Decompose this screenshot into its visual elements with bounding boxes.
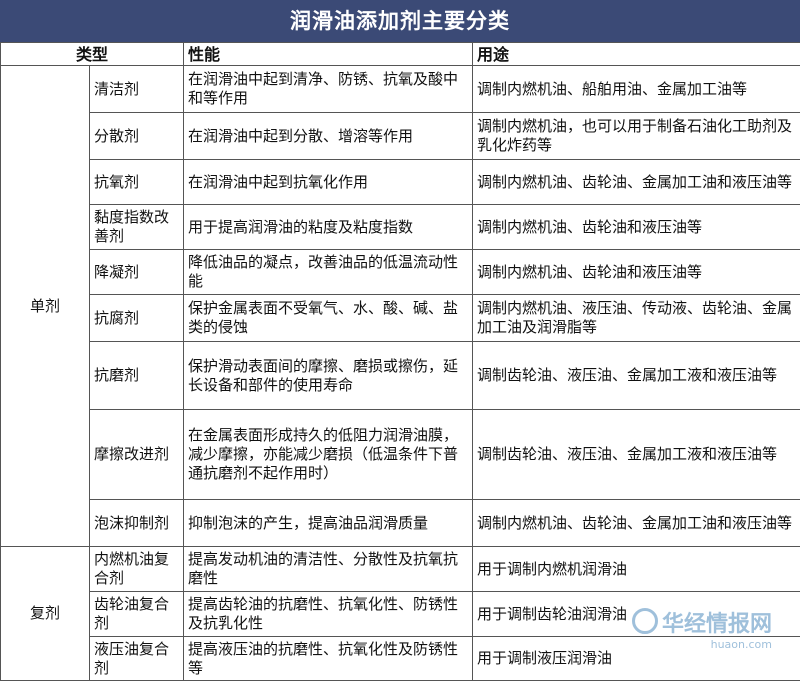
table-row: 摩擦改进剂 在金属表面形成持久的低阻力润滑油膜，减少摩擦，亦能减少磨损（低温条件下… [1, 409, 800, 500]
additive-name-cell: 抗腐剂 [88, 294, 185, 342]
table-row: 泡沫抑制剂 抑制泡沫的产生，提高油品润滑质量 调制内燃机油、齿轮油、金属加工油和液压… [1, 499, 800, 547]
table-row: 黏度指数改善剂 用于提高润滑油的粘度及粘度指数 调制内燃机油、齿轮油和液压油等 [1, 204, 800, 250]
usage-cell: 调制内燃机油、齿轮油、金属加工油和液压油等 [472, 159, 800, 205]
watermark: 华经情报网 huaon.com [631, 606, 772, 651]
additive-name-cell: 降凝剂 [88, 249, 185, 295]
usage-cell: 调制内燃机油、船舶用油、金属加工油等 [472, 65, 800, 113]
additive-name-cell: 泡沫抑制剂 [88, 499, 185, 547]
additive-name-cell: 分散剂 [88, 112, 185, 160]
category-cell: 复剂 [0, 546, 90, 681]
table-row: 单剂 清洁剂 在润滑油中起到清净、防锈、抗氧及酸中和等作用 调制内燃机油、船舶用油、金… [0, 65, 800, 547]
usage-cell: 调制内燃机油，也可以用于制备石油化工助剂及乳化炸药等 [472, 112, 800, 160]
header-type: 类型 [0, 42, 185, 66]
property-cell: 在润滑油中起到抗氧化作用 [183, 159, 474, 205]
property-cell: 在润滑油中起到分散、增溶等作用 [183, 112, 474, 160]
property-cell: 在润滑油中起到清净、防锈、抗氧及酸中和等作用 [183, 65, 474, 113]
additive-name-cell: 清洁剂 [88, 65, 185, 113]
huaon-logo-icon [631, 608, 658, 634]
table-row: 降凝剂 降低油品的凝点，改善油品的低温流动性能 调制内燃机油、齿轮油和液压油等 [1, 249, 800, 295]
usage-cell: 调制齿轮油、液压油、金属加工液和液压油等 [472, 341, 800, 410]
usage-cell: 调制齿轮油、液压油、金属加工液和液压油等 [472, 409, 800, 500]
property-cell: 提高发动机油的清洁性、分散性及抗氧抗磨性 [183, 546, 474, 592]
property-cell: 提高液压油的抗磨性、抗氧化性及防锈性等 [183, 636, 474, 681]
category-cell: 单剂 [0, 65, 90, 547]
table-row: 抗腐剂 保护金属表面不受氧气、水、酸、碱、盐类的侵蚀 调制内燃机油、液压油、传动液、… [1, 294, 800, 342]
table-row: 抗氧剂 在润滑油中起到抗氧化作用 调制内燃机油、齿轮油、金属加工油和液压油等 [1, 159, 800, 205]
header-property: 性能 [183, 42, 474, 66]
additive-name-cell: 内燃机油复合剂 [88, 546, 185, 592]
table-row: 抗磨剂 保护滑动表面间的摩擦、磨损或擦伤，延长设备和部件的使用寿命 调制齿轮油、液压… [1, 341, 800, 410]
property-cell: 保护金属表面不受氧气、水、酸、碱、盐类的侵蚀 [183, 294, 474, 342]
property-cell: 保护滑动表面间的摩擦、磨损或擦伤，延长设备和部件的使用寿命 [183, 341, 474, 410]
usage-cell: 调制内燃机油、齿轮油和液压油等 [472, 249, 800, 295]
additive-name-cell: 液压油复合剂 [88, 636, 185, 681]
watermark-url: huaon.com [710, 638, 772, 651]
page-title: 润滑油添加剂主要分类 [0, 0, 800, 42]
additive-name-cell: 抗磨剂 [88, 341, 185, 410]
property-cell: 提高齿轮油的抗磨性、抗氧化性、防锈性及抗乳化性 [183, 591, 474, 637]
additive-name-cell: 摩擦改进剂 [88, 409, 185, 500]
usage-cell: 用于调制内燃机润滑油 [472, 546, 800, 592]
header-row: 类型 性能 用途 [0, 42, 800, 66]
usage-cell: 调制内燃机油、齿轮油、金属加工油和液压油等 [472, 499, 800, 547]
watermark-brand: 华经情报网 [661, 612, 772, 637]
additive-name-cell: 抗氧剂 [88, 159, 185, 205]
additive-name-cell: 黏度指数改善剂 [88, 204, 185, 250]
table-row: 复剂 内燃机油复合剂 提高发动机油的清洁性、分散性及抗氧抗磨性 用于调制内燃机润滑油 [0, 546, 800, 681]
usage-cell: 调制内燃机油、液压油、传动液、齿轮油、金属加工油及润滑脂等 [472, 294, 800, 342]
property-cell: 用于提高润滑油的粘度及粘度指数 [183, 204, 474, 250]
additive-name-cell: 齿轮油复合剂 [88, 591, 185, 637]
usage-cell: 调制内燃机油、齿轮油和液压油等 [472, 204, 800, 250]
header-usage: 用途 [472, 42, 800, 66]
property-cell: 在金属表面形成持久的低阻力润滑油膜，减少摩擦，亦能减少磨损（低温条件下普通抗磨剂… [183, 409, 474, 500]
additive-table: 类型 性能 用途 单剂 清洁剂 在润滑油中起到清净、防锈、抗氧及酸中和等作用 调制内燃… [0, 42, 800, 681]
table-row: 分散剂 在润滑油中起到分散、增溶等作用 调制内燃机油，也可以用于制备石油化工助剂及乳… [1, 112, 800, 160]
property-cell: 抑制泡沫的产生，提高油品润滑质量 [183, 499, 474, 547]
property-cell: 降低油品的凝点，改善油品的低温流动性能 [183, 249, 474, 295]
